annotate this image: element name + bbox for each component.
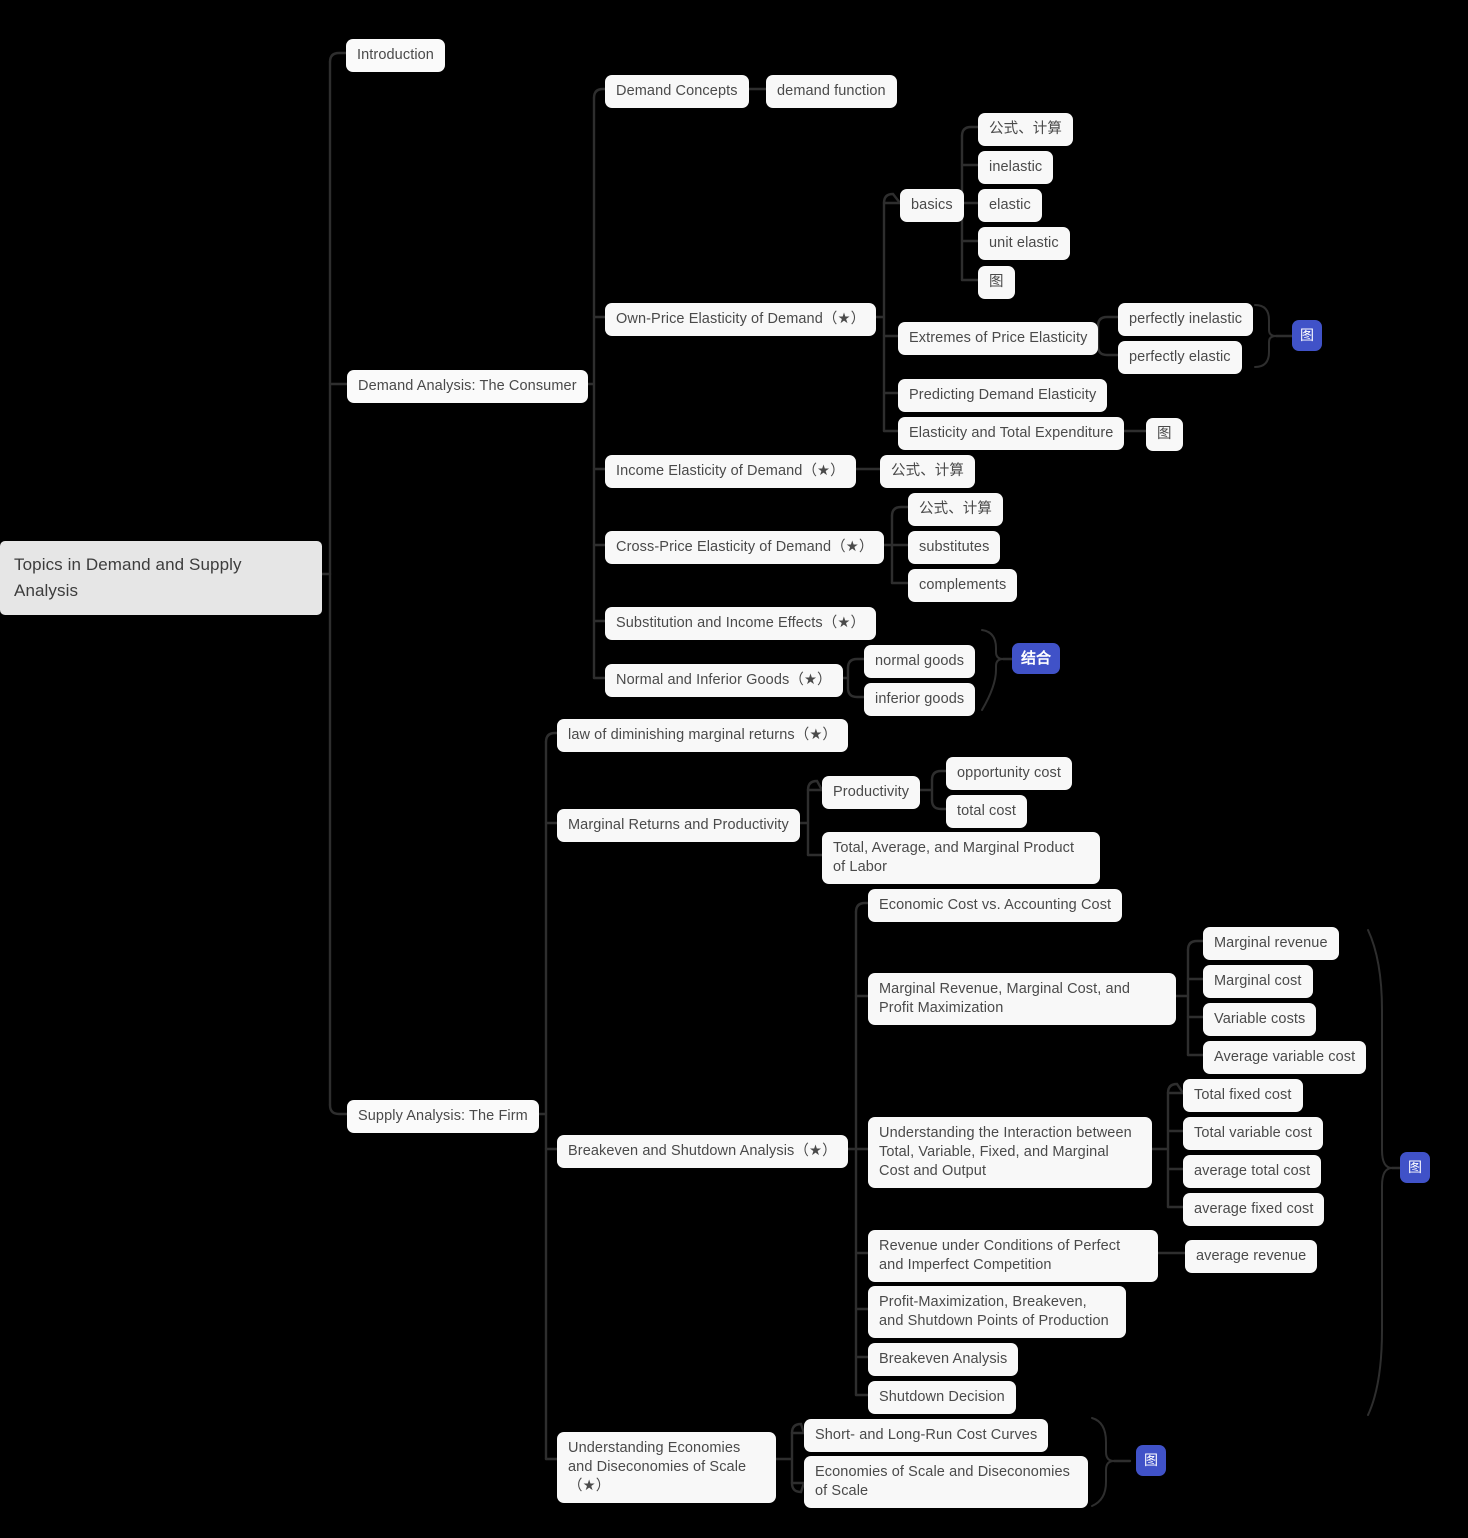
node-perfectly-elastic[interactable]: perfectly elastic [1118,341,1242,374]
node-elastic[interactable]: elastic [978,189,1042,222]
node-income-elasticity[interactable]: Income Elasticity of Demand（★） [605,455,856,488]
badge-extremes-diagram[interactable]: 图 [1292,320,1322,351]
node-profit-max-breakeven-shutdown-points[interactable]: Profit-Maximization, Breakeven, and Shut… [868,1286,1126,1338]
badge-combine[interactable]: 结合 [1012,643,1061,674]
node-shutdown-decision[interactable]: Shutdown Decision [868,1381,1016,1414]
node-demand-concepts[interactable]: Demand Concepts [605,75,749,108]
node-basics-diagram[interactable]: 图 [978,266,1015,299]
node-average-variable-cost[interactable]: Average variable cost [1203,1041,1367,1074]
node-marginal-revenue-cost-profit-max[interactable]: Marginal Revenue, Marginal Cost, and Pro… [868,973,1176,1025]
node-unit-elastic[interactable]: unit elastic [978,227,1070,260]
node-complements[interactable]: complements [908,569,1018,602]
node-marginal-returns-productivity[interactable]: Marginal Returns and Productivity [557,809,800,842]
node-own-price-elasticity[interactable]: Own-Price Elasticity of Demand（★） [605,303,877,336]
branch-supply-analysis[interactable]: Supply Analysis: The Firm [347,1100,539,1133]
node-economies-diseconomies-scale[interactable]: Economies of Scale and Diseconomies of S… [804,1456,1088,1508]
node-elasticity-expenditure-diagram[interactable]: 图 [1146,418,1183,451]
root-node[interactable]: Topics in Demand and Supply Analysis [0,541,322,615]
node-productivity[interactable]: Productivity [822,776,921,809]
node-total-average-marginal-product-labor[interactable]: Total, Average, and Marginal Product of … [822,832,1100,884]
node-understanding-economies-scale[interactable]: Understanding Economies and Diseconomies… [557,1432,776,1503]
node-inferior-goods[interactable]: inferior goods [864,683,976,716]
node-total-variable-cost[interactable]: Total variable cost [1183,1117,1323,1150]
node-short-long-run-cost-curves[interactable]: Short- and Long-Run Cost Curves [804,1419,1049,1452]
node-average-fixed-cost[interactable]: average fixed cost [1183,1193,1325,1226]
connector-lines [320,51,1402,1507]
node-substitution-income-effects[interactable]: Substitution and Income Effects（★） [605,607,877,640]
node-cross-price-elasticity[interactable]: Cross-Price Elasticity of Demand（★） [605,531,885,564]
badge-supply-group-diagram[interactable]: 图 [1400,1152,1430,1183]
node-demand-function[interactable]: demand function [766,75,897,108]
branch-demand-analysis[interactable]: Demand Analysis: The Consumer [347,370,588,403]
node-extremes-of-price-elasticity[interactable]: Extremes of Price Elasticity [898,322,1099,355]
node-breakeven-shutdown-analysis[interactable]: Breakeven and Shutdown Analysis（★） [557,1135,848,1168]
node-normal-inferior-goods[interactable]: Normal and Inferior Goods（★） [605,664,843,697]
badge-economies-diagram[interactable]: 图 [1136,1445,1166,1476]
node-substitutes[interactable]: substitutes [908,531,1001,564]
node-understanding-interaction-costs[interactable]: Understanding the Interaction between To… [868,1117,1152,1188]
node-basics[interactable]: basics [900,189,964,222]
node-income-formula[interactable]: 公式、计算 [880,455,975,488]
node-law-diminishing-marginal-returns[interactable]: law of diminishing marginal returns（★） [557,719,849,752]
node-inelastic[interactable]: inelastic [978,151,1054,184]
node-total-cost[interactable]: total cost [946,795,1028,828]
node-variable-costs[interactable]: Variable costs [1203,1003,1317,1036]
node-economic-vs-accounting-cost[interactable]: Economic Cost vs. Accounting Cost [868,889,1123,922]
node-opportunity-cost[interactable]: opportunity cost [946,757,1072,790]
branch-introduction[interactable]: Introduction [346,39,445,72]
mindmap-canvas: Topics in Demand and Supply Analysis Int… [0,0,1468,1538]
node-perfectly-inelastic[interactable]: perfectly inelastic [1118,303,1254,336]
node-breakeven-analysis[interactable]: Breakeven Analysis [868,1343,1019,1376]
node-average-total-cost[interactable]: average total cost [1183,1155,1322,1188]
node-predicting-demand-elasticity[interactable]: Predicting Demand Elasticity [898,379,1108,412]
node-normal-goods[interactable]: normal goods [864,645,976,678]
node-marginal-cost[interactable]: Marginal cost [1203,965,1313,998]
node-elasticity-total-expenditure[interactable]: Elasticity and Total Expenditure [898,417,1125,450]
node-cross-formula[interactable]: 公式、计算 [908,493,1003,526]
node-total-fixed-cost[interactable]: Total fixed cost [1183,1079,1303,1112]
node-average-revenue[interactable]: average revenue [1185,1240,1318,1273]
node-basics-formula[interactable]: 公式、计算 [978,113,1073,146]
node-marginal-revenue[interactable]: Marginal revenue [1203,927,1339,960]
node-revenue-under-competition[interactable]: Revenue under Conditions of Perfect and … [868,1230,1158,1282]
